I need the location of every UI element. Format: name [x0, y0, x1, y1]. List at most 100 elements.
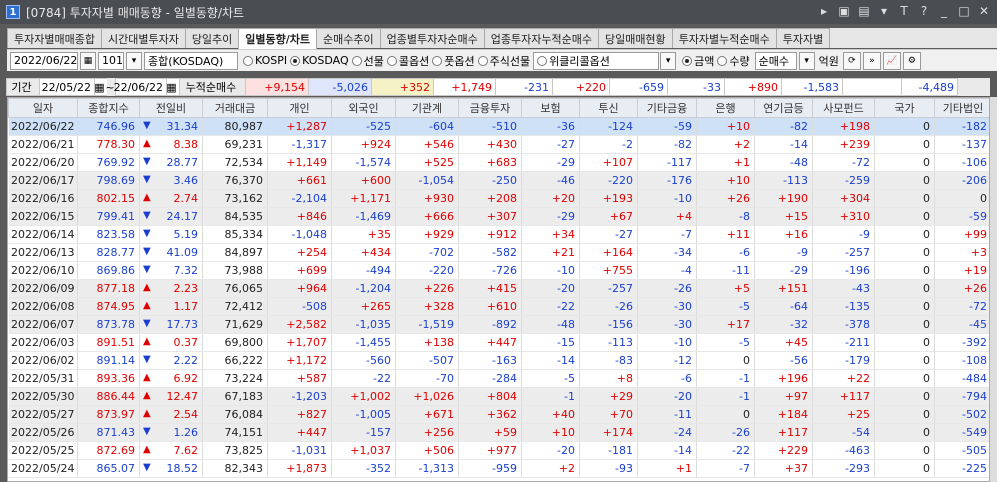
column-header-12[interactable]: 연기금등 — [754, 98, 813, 118]
tab-9[interactable]: 투자자별 — [775, 28, 831, 48]
table-row[interactable]: 2022/05/27 873.97 ▲ 2.54 76,084 +827 -1,005 +67… — [8, 405, 989, 424]
buy-type-dropdown-icon[interactable]: ▾ — [798, 51, 815, 70]
market-dropdown-icon[interactable]: ▾ — [660, 51, 677, 70]
market-radio-0[interactable]: KOSPI — [243, 54, 287, 67]
window-screen-icon[interactable]: ▣ — [835, 2, 853, 20]
market-radio-3[interactable]: 콜옵션 — [386, 53, 429, 69]
close-icon[interactable]: ✕ — [975, 2, 993, 20]
period-to-field[interactable]: 22/06/22 — [114, 78, 167, 96]
table-row[interactable]: 2022/05/25 872.69 ▲ 7.62 73,825 -1,031 +1,037 +… — [8, 441, 989, 460]
radio-circle[interactable] — [386, 55, 397, 66]
maximize-icon[interactable]: □ — [955, 2, 973, 20]
column-header-9[interactable]: 투신 — [579, 98, 638, 118]
column-header-15[interactable]: 기타법인 — [934, 98, 989, 118]
window-nav-icon[interactable]: ▸ — [815, 2, 833, 20]
column-header-5[interactable]: 외국인 — [331, 98, 396, 118]
market-radio-5[interactable]: 주식선물 — [477, 53, 530, 69]
column-header-11[interactable]: 은행 — [696, 98, 755, 118]
column-header-0[interactable]: 일자 — [8, 98, 78, 118]
tab-7[interactable]: 당일매매현황 — [597, 28, 673, 48]
radio-circle[interactable] — [351, 55, 362, 66]
chart-icon[interactable]: 📈 — [882, 51, 901, 70]
radio-circle[interactable] — [717, 55, 728, 66]
column-header-7[interactable]: 금융투자 — [458, 98, 522, 118]
tab-8[interactable]: 투자자별누적순매수 — [671, 28, 777, 48]
radio-circle[interactable] — [682, 55, 693, 66]
market-radio-6[interactable]: 위클리콜옵션 — [533, 51, 660, 70]
column-header-6[interactable]: 기관계 — [395, 98, 459, 118]
code-dropdown-icon[interactable]: ▾ — [126, 51, 142, 70]
unit-radio-1[interactable]: 수량 — [717, 53, 750, 69]
table-row[interactable]: 2022/06/15 799.41 ▼ 24.17 84,535 +846 -1,469 +6… — [8, 207, 989, 226]
investor-cell-7: +11 — [696, 225, 755, 244]
down-arrow-icon: ▼ — [143, 426, 151, 437]
table-row[interactable]: 2022/06/22 746.96 ▼ 31.34 80,987 +1,287 -525 -6… — [8, 117, 989, 136]
table-row[interactable]: 2022/06/13 828.77 ▼ 41.09 84,897 +254 +434 -702… — [8, 243, 989, 262]
radio-circle[interactable] — [477, 55, 488, 66]
column-header-2[interactable]: 전일비 — [139, 98, 203, 118]
buy-type-select[interactable]: 순매수 — [754, 51, 797, 70]
date-field[interactable]: 2022/06/22 — [10, 51, 78, 70]
table-row[interactable]: 2022/05/31 893.36 ▲ 6.92 73,224 +587 -22 -70 -28… — [8, 369, 989, 388]
tab-3[interactable]: 일별동향/차트 — [238, 28, 318, 49]
unit-radio-0[interactable]: 금액 — [682, 53, 714, 69]
table-row[interactable]: 2022/06/20 769.92 ▼ 28.77 72,534 +1,149 -1,574… — [8, 153, 989, 172]
change-cell: ▲ 6.92 — [139, 369, 203, 388]
table-row[interactable]: 2022/06/16 802.15 ▲ 2.74 73,162 -2,104 +1,171 +… — [8, 189, 989, 208]
period-from-field[interactable]: 22/05/22 — [39, 78, 95, 96]
table-row[interactable]: 2022/06/14 823.58 ▼ 5.19 85,334 -1,048 +35 +929… — [8, 225, 989, 244]
calendar-icon[interactable]: ▦ — [166, 78, 180, 96]
market-radio-label: KOSDAQ — [302, 54, 349, 67]
investor-cell-6: -20 — [637, 387, 697, 406]
tab-5[interactable]: 업종별투자자순매수 — [379, 28, 485, 48]
window-list-icon[interactable]: ▤ — [855, 2, 873, 20]
market-radio-1[interactable]: KOSDAQ — [290, 54, 349, 67]
market-radio-4[interactable]: 풋옵션 — [432, 53, 475, 69]
table-row[interactable]: 2022/06/10 869.86 ▼ 7.32 73,988 +699 -494 -220-… — [8, 261, 989, 280]
column-header-10[interactable]: 기타금융 — [637, 98, 697, 118]
summary-value-3: +1,749 — [433, 78, 496, 96]
radio-circle[interactable] — [537, 55, 548, 66]
calendar-icon[interactable]: ▦ — [80, 51, 96, 70]
investor-cell-10: 0 — [874, 387, 935, 406]
column-header-14[interactable]: 국가 — [874, 98, 935, 118]
investor-cell-5: -124 — [579, 117, 638, 136]
help-icon[interactable]: ? — [915, 2, 933, 20]
unit-radio-label: 수량 — [729, 54, 750, 68]
table-row[interactable]: 2022/06/07 873.78 ▼ 17.73 71,629 +2,582 -1,035… — [8, 315, 989, 334]
column-header-1[interactable]: 종합지수 — [77, 98, 140, 118]
column-header-3[interactable]: 거래대금 — [202, 98, 268, 118]
refresh-icon[interactable]: ⟳ — [842, 51, 861, 70]
settings-icon[interactable]: ⚙ — [902, 51, 921, 70]
radio-circle[interactable] — [432, 55, 443, 66]
table-row[interactable]: 2022/05/30 886.44 ▲ 12.47 67,183 -1,203 +1,002… — [8, 387, 989, 406]
tab-2[interactable]: 당일추이 — [184, 28, 240, 48]
window-menu-icon[interactable]: ▾ — [875, 2, 893, 20]
tab-6[interactable]: 업종투자자누적순매수 — [483, 28, 599, 48]
up-arrow-icon: ▲ — [143, 390, 151, 401]
tab-1[interactable]: 시간대별투자자 — [100, 28, 186, 48]
next-icon[interactable]: » — [862, 51, 881, 70]
table-row[interactable]: 2022/05/26 871.43 ▼ 1.26 74,151 +447 -157 +256 +… — [8, 423, 989, 442]
radio-circle[interactable] — [243, 55, 253, 66]
code-field[interactable]: 101 — [98, 51, 124, 70]
radio-circle[interactable] — [290, 55, 301, 66]
tab-0[interactable]: 투자자별매매종합 — [7, 28, 102, 48]
column-header-8[interactable]: 보험 — [521, 98, 580, 118]
tab-4[interactable]: 순매수추이 — [316, 28, 381, 48]
table-row[interactable]: 2022/06/21 778.30 ▲ 8.38 69,231 -1,317 +924 +54… — [8, 135, 989, 154]
column-header-4[interactable]: 개인 — [267, 98, 332, 118]
table-row[interactable]: 2022/06/03 891.51 ▲ 0.37 69,800 +1,707 -1,455 +… — [8, 333, 989, 352]
investor-cell-7: +2 — [696, 135, 755, 154]
table-row[interactable]: 2022/06/17 798.69 ▼ 3.46 76,370 +661 +600 -1,05… — [8, 171, 989, 190]
column-header-13[interactable]: 사모펀드 — [812, 98, 875, 118]
table-row[interactable]: 2022/06/08 874.95 ▲ 1.17 72,412 -508 +265 +328 +… — [8, 297, 989, 316]
vertical-scrollbar[interactable] — [990, 97, 997, 482]
market-radio-2[interactable]: 선물 — [351, 53, 384, 69]
minimize-icon[interactable]: _ — [935, 2, 953, 20]
table-row[interactable]: 2022/06/02 891.14 ▼ 2.22 66,222 +1,172 -560 -50… — [8, 351, 989, 370]
investor-cell-4: +34 — [521, 225, 580, 244]
table-row[interactable]: 2022/05/24 865.07 ▼ 18.52 82,343 +1,873 -352 -1… — [8, 459, 989, 478]
window-font-icon[interactable]: T — [895, 2, 913, 20]
table-row[interactable]: 2022/06/09 877.18 ▲ 2.23 76,065 +964 -1,204 +22… — [8, 279, 989, 298]
